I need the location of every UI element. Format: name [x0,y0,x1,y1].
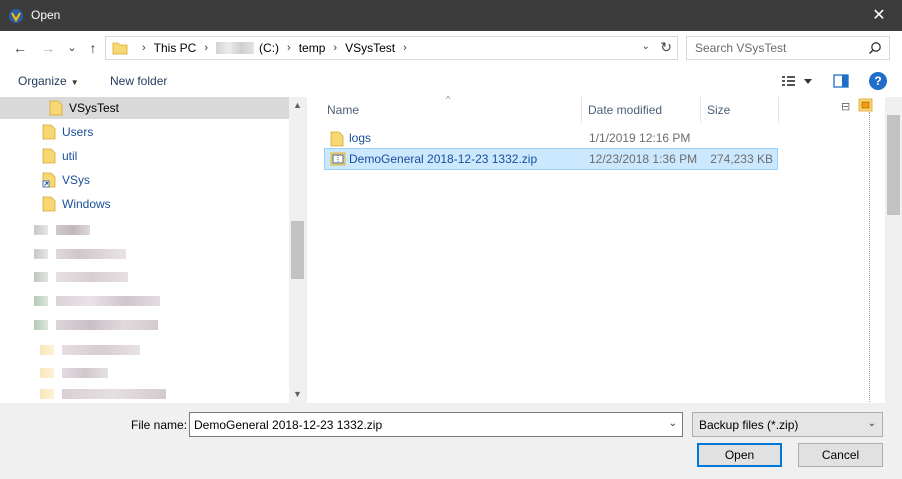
scroll-thumb[interactable] [291,221,304,279]
refresh-icon[interactable]: ↻ [660,39,672,56]
up-arrow-icon: ↑ [89,40,97,56]
redacted-drive-label [216,42,255,54]
breadcrumb-drive[interactable]: (C:) [259,41,279,55]
chevron-down-icon[interactable]: ⌄ [669,418,677,429]
folder-icon [42,196,56,212]
address-row: ← → ⌄ ↑ › This PC › (C:) › temp › VSysTe… [0,31,902,65]
file-date: 1/1/2019 12:16 PM [589,131,691,145]
folder-icon [42,148,56,164]
column-divider[interactable] [778,97,779,123]
close-button[interactable]: ✕ [856,0,902,31]
change-view-icon[interactable] [781,74,813,88]
breadcrumb-vsystest[interactable]: VSysTest [345,41,395,55]
breadcrumb-chevron-icon: › [204,42,209,54]
zip-icon [330,152,346,166]
caret-down-icon: ▼ [70,78,79,87]
preview-scrollbar[interactable] [885,97,902,403]
breadcrumb-temp[interactable]: temp [299,41,326,55]
bottom-panel: File name: ⌄ Backup files (*.zip) ⌄ Open… [0,403,902,479]
file-name: logs [349,131,372,145]
sidebar-item-vsys[interactable]: VSys [42,169,90,191]
navigation-pane: VSysTest Users util VSys Windows ▲ ▼ [0,97,306,403]
title-bar: Open ✕ [0,0,902,31]
preview-pane-icon[interactable] [833,74,849,88]
breadcrumb-chevron-icon: › [287,42,291,54]
sidebar-item-label: util [62,149,78,163]
table-row[interactable]: logs 1/1/2019 12:16 PM [325,127,778,149]
breadcrumb: › This PC › (C:) › temp › VSysTest › [134,37,415,59]
column-header-size[interactable]: Size [701,97,778,123]
chevron-down-icon: ⌄ [67,42,77,54]
column-header-date[interactable]: Date modified [582,97,700,123]
sidebar-item-vsystest[interactable]: VSysTest [49,97,119,119]
nav-selection-highlight [0,97,289,119]
sidebar-scrollbar[interactable]: ▲ ▼ [289,97,306,403]
breadcrumb-this-pc[interactable]: This PC [154,41,197,55]
window-title: Open [31,8,61,22]
file-name: DemoGeneral 2018-12-23 1332.zip [349,152,538,166]
search-box [686,36,890,60]
file-date: 12/23/2018 1:36 PM [589,152,698,166]
organize-button[interactable]: Organize ▼ [18,74,79,88]
sidebar-item-users[interactable]: Users [42,121,93,143]
chevron-down-icon: ⌄ [867,418,876,429]
address-dropdown-icon[interactable]: ⌄ [642,41,650,52]
app-logo-icon [9,9,23,23]
back-button[interactable]: ← [10,38,30,58]
sidebar-item-windows[interactable]: Windows [42,193,111,215]
sidebar-item-util[interactable]: util [42,145,77,167]
breadcrumb-chevron-icon: › [403,42,407,54]
recent-locations-button[interactable]: ⌄ [62,38,82,58]
command-toolbar: Organize ▼ New folder ? [0,65,902,97]
help-icon: ? [874,74,882,88]
file-type-value: Backup files (*.zip) [699,418,799,432]
tree-connector-line [869,112,870,402]
sidebar-item-label: Users [62,125,94,139]
shortcut-folder-icon [42,172,56,188]
up-button[interactable]: ↑ [83,38,103,58]
sidebar-item-label: VSys [62,173,91,187]
folder-icon [330,131,344,147]
cancel-button[interactable]: Cancel [798,443,883,467]
file-type-select[interactable]: Backup files (*.zip) ⌄ [692,412,883,437]
file-name-label: File name: [131,418,188,432]
collapse-icon[interactable]: ⊟ [841,100,850,113]
search-icon[interactable] [868,41,882,55]
forward-button[interactable]: → [38,38,58,58]
breadcrumb-chevron-icon: › [142,42,146,54]
folder-icon [49,100,63,116]
file-name-input[interactable] [190,413,660,436]
file-list-pane: ^ Name Date modified Size logs 1/1/2019 … [307,94,835,403]
breadcrumb-chevron-icon: › [333,42,338,54]
table-row[interactable]: DemoGeneral 2018-12-23 1332.zip 12/23/20… [324,148,778,170]
new-folder-button[interactable]: New folder [110,74,167,88]
folder-icon [42,124,56,140]
new-folder-label: New folder [110,74,168,88]
open-button[interactable]: Open [697,443,782,467]
close-icon: ✕ [872,7,886,24]
address-bar[interactable]: › This PC › (C:) › temp › VSysTest › ⌄ ↻ [105,36,678,60]
scroll-down-icon[interactable]: ▼ [289,386,306,403]
archive-node-icon [858,98,873,112]
search-input[interactable] [687,37,857,59]
back-arrow-icon: ← [13,40,27,56]
organize-label: Organize [18,74,67,88]
scroll-up-icon[interactable]: ▲ [289,97,306,114]
scroll-thumb[interactable] [887,115,900,215]
file-size: 274,233 KB [710,152,773,166]
help-button[interactable]: ? [869,72,887,90]
sidebar-item-label: VSysTest [69,101,120,115]
file-name-combobox[interactable]: ⌄ [189,412,683,437]
forward-arrow-icon: → [41,40,55,56]
column-header-name[interactable]: Name [321,97,581,123]
folder-icon [112,42,128,55]
sidebar-item-label: Windows [62,197,111,211]
